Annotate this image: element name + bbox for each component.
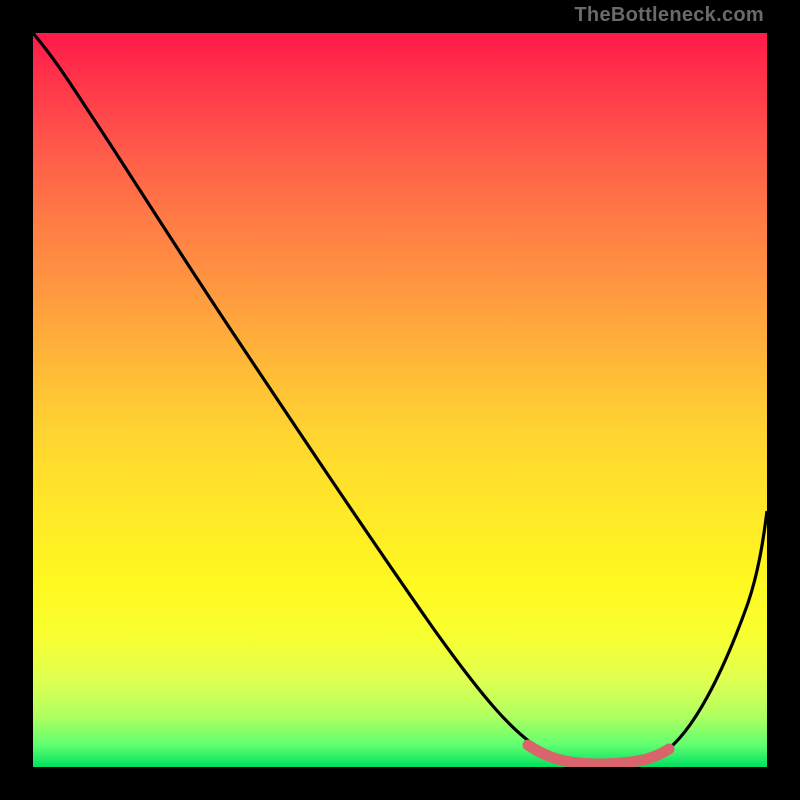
optimal-highlight xyxy=(528,745,669,764)
chart-container: TheBottleneck.com xyxy=(0,0,800,800)
bottleneck-curve xyxy=(33,33,767,764)
curve-svg xyxy=(33,33,767,767)
watermark-text: TheBottleneck.com xyxy=(574,4,764,27)
plot-area xyxy=(33,33,767,767)
